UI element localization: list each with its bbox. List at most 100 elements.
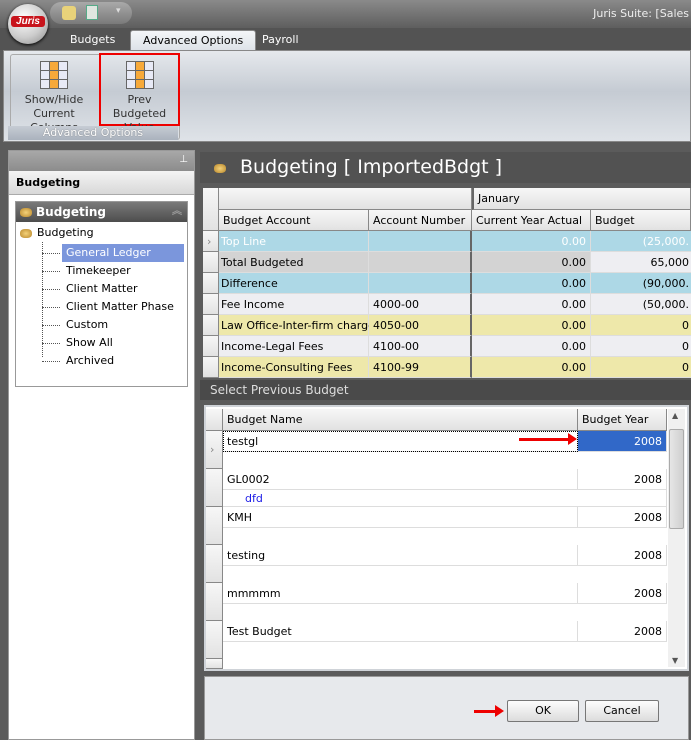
- row-header[interactable]: ›: [206, 431, 223, 469]
- scroll-down-icon[interactable]: ▼: [672, 656, 678, 665]
- column-header-budget-year[interactable]: Budget Year: [578, 409, 667, 431]
- nav-pane: Budgeting ︽ Budgeting General Ledger Time…: [15, 201, 188, 387]
- budget-cell[interactable]: (25,000.: [591, 231, 691, 252]
- row-header[interactable]: [206, 507, 223, 545]
- current-year-actual-cell[interactable]: 0.00: [472, 294, 591, 315]
- budget-account-cell[interactable]: Income-Consulting Fees: [219, 357, 369, 378]
- red-arrow-annotation: [474, 705, 504, 717]
- tools-icon[interactable]: [62, 6, 76, 20]
- tab-advanced-options[interactable]: Advanced Options: [130, 30, 257, 50]
- column-header[interactable]: Current Year Actual: [472, 210, 591, 231]
- row-header[interactable]: ›: [203, 231, 219, 252]
- current-year-actual-cell[interactable]: 0.00: [472, 315, 591, 336]
- red-arrow-annotation: [519, 433, 577, 445]
- budget-year-cell[interactable]: 2008: [578, 469, 667, 490]
- tree-line: [42, 242, 43, 357]
- vertical-scrollbar[interactable]: ▲ ▼: [668, 409, 685, 667]
- sidebar-item[interactable]: Timekeeper: [62, 262, 184, 280]
- row-header[interactable]: [206, 621, 223, 659]
- collapse-icon[interactable]: ︽: [172, 202, 182, 222]
- column-header[interactable]: Account Number: [369, 210, 472, 231]
- budget-cell[interactable]: 0: [591, 336, 691, 357]
- budget-cell[interactable]: (50,000.: [591, 294, 691, 315]
- column-header[interactable]: Budget: [591, 210, 691, 231]
- budget-account-cell[interactable]: Law Office-Inter-firm charges: [219, 315, 381, 336]
- tree-connector: [42, 325, 60, 326]
- current-year-actual-cell[interactable]: 0.00: [472, 252, 591, 273]
- row-header[interactable]: [206, 469, 223, 507]
- row-header[interactable]: [203, 357, 219, 378]
- column-header-budget-name[interactable]: Budget Name: [223, 409, 578, 431]
- budget-account-cell[interactable]: Income-Legal Fees: [219, 336, 369, 357]
- button-label: Prev Budgeted: [112, 93, 167, 120]
- tree-connector: [42, 343, 60, 344]
- budget-name-cell[interactable]: Test Budget: [223, 621, 578, 642]
- budget-cell[interactable]: 0: [591, 315, 691, 336]
- account-number-cell[interactable]: 4100-99: [369, 357, 472, 378]
- group-label: Advanced Options: [8, 126, 178, 140]
- current-year-actual-cell[interactable]: 0.00: [472, 273, 591, 294]
- pin-icon[interactable]: ⊥: [179, 154, 188, 165]
- budget-year-cell[interactable]: 2008: [578, 507, 667, 528]
- budget-name-cell[interactable]: mmmmm: [223, 583, 578, 604]
- budget-name-cell[interactable]: testgl: [223, 431, 578, 452]
- row-header[interactable]: [206, 545, 223, 583]
- dialog-title: Select Previous Budget: [200, 380, 691, 400]
- budget-year-cell[interactable]: 2008: [578, 621, 667, 642]
- row-header[interactable]: [206, 659, 223, 669]
- budget-cell[interactable]: 0: [591, 357, 691, 378]
- budget-account-cell[interactable]: Fee Income: [219, 294, 369, 315]
- budget-account-cell[interactable]: Difference: [219, 273, 369, 294]
- account-number-cell[interactable]: [369, 231, 472, 252]
- title-bar: ▾ Juris Suite: [Sales: [0, 0, 691, 28]
- export-icon[interactable]: [86, 5, 98, 20]
- app-logo-button[interactable]: Juris: [8, 4, 48, 44]
- row-header[interactable]: [203, 252, 219, 273]
- account-number-cell[interactable]: 4000-00: [369, 294, 472, 315]
- sidebar-item[interactable]: Archived: [62, 352, 184, 370]
- budget-name-cell[interactable]: testing: [223, 545, 578, 566]
- nav-pane-header[interactable]: Budgeting ︽: [16, 202, 187, 222]
- coins-icon: [20, 208, 32, 217]
- account-number-cell[interactable]: 4100-00: [369, 336, 472, 357]
- account-number-cell[interactable]: [369, 273, 472, 294]
- tree-connector: [42, 271, 60, 272]
- budget-description: dfd: [223, 490, 667, 507]
- sidebar-item[interactable]: General Ledger: [62, 244, 184, 262]
- tree-root[interactable]: Budgeting: [37, 225, 94, 241]
- show-hide-columns-button[interactable]: Show/Hide Current Columns: [13, 55, 95, 134]
- row-header[interactable]: [206, 583, 223, 621]
- budget-name-cell[interactable]: KMH: [223, 507, 578, 528]
- current-year-actual-cell[interactable]: 0.00: [472, 231, 591, 252]
- column-header[interactable]: Budget Account: [219, 210, 369, 231]
- row-header[interactable]: [203, 315, 219, 336]
- ok-button[interactable]: OK: [507, 700, 579, 722]
- sidebar-item[interactable]: Custom: [62, 316, 184, 334]
- budget-account-cell[interactable]: Total Budgeted: [219, 252, 369, 273]
- account-number-cell[interactable]: [369, 252, 472, 273]
- sidebar-item[interactable]: Client Matter: [62, 280, 184, 298]
- row-header[interactable]: [203, 336, 219, 357]
- scroll-up-icon[interactable]: ▲: [672, 411, 678, 420]
- budget-year-cell[interactable]: 2008: [578, 545, 667, 566]
- row-header[interactable]: [203, 294, 219, 315]
- sidebar-item[interactable]: Client Matter Phase: [62, 298, 184, 316]
- budget-name-cell[interactable]: GL0002: [223, 469, 578, 490]
- prev-budgeted-value-button[interactable]: Prev Budgeted Value: [99, 53, 180, 134]
- scrollbar-thumb[interactable]: [669, 429, 684, 529]
- budget-cell[interactable]: (90,000.: [591, 273, 691, 294]
- tab-budgets[interactable]: Budgets: [58, 30, 127, 50]
- budget-year-cell[interactable]: 2008: [578, 583, 667, 604]
- qat-dropdown-icon[interactable]: ▾: [116, 6, 121, 16]
- sidebar-item[interactable]: Show All: [62, 334, 184, 352]
- budget-year-cell[interactable]: 2008: [578, 431, 667, 452]
- budget-cell[interactable]: 65,000: [591, 252, 691, 273]
- tab-payroll[interactable]: Payroll: [250, 30, 311, 50]
- current-year-actual-cell[interactable]: 0.00: [472, 336, 591, 357]
- row-header[interactable]: [203, 273, 219, 294]
- account-number-cell[interactable]: 4050-00: [369, 315, 472, 336]
- current-year-actual-cell[interactable]: 0.00: [472, 357, 591, 378]
- cancel-button[interactable]: Cancel: [585, 700, 659, 722]
- sidebar-header-bar: ⊥: [9, 151, 194, 171]
- budget-account-cell[interactable]: Top Line: [219, 231, 369, 252]
